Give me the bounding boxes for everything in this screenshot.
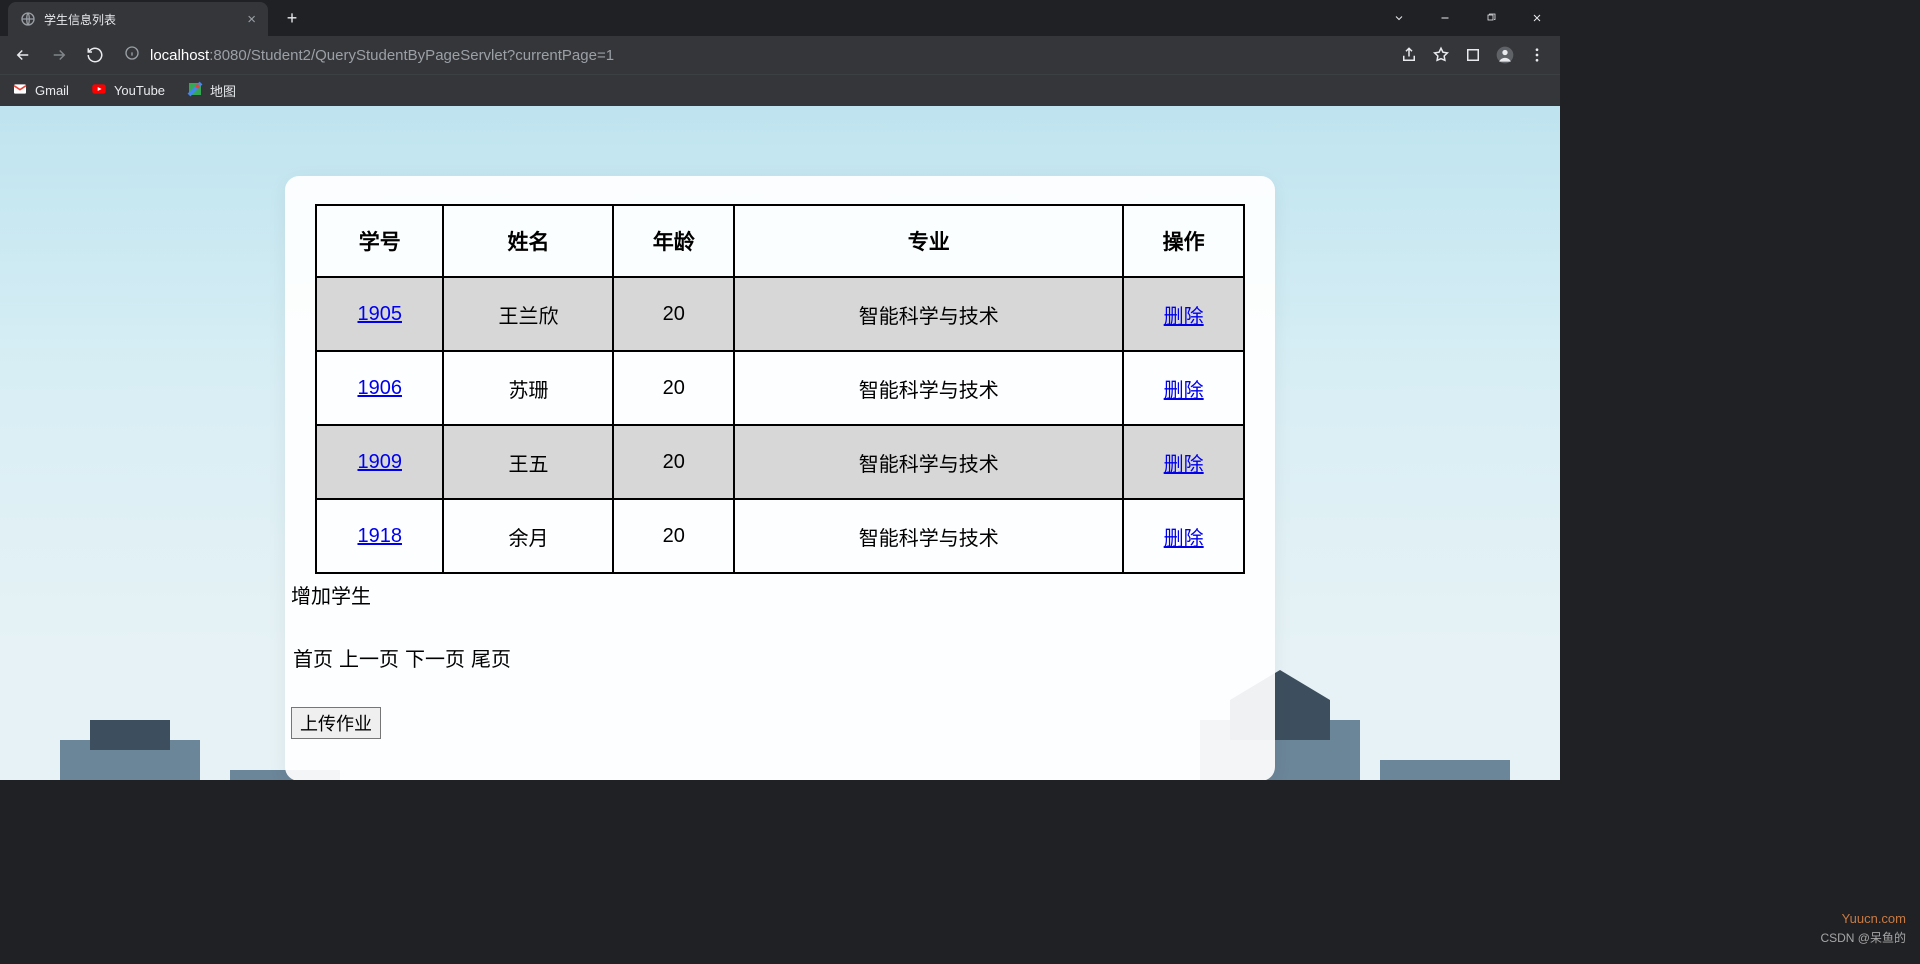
bookmark-label: Gmail bbox=[35, 83, 69, 98]
student-table: 学号 姓名 年龄 专业 操作 1905王兰欣20智能科学与技术删除1906苏珊2… bbox=[315, 204, 1245, 574]
close-window-button[interactable] bbox=[1514, 1, 1560, 35]
student-id-link[interactable]: 1918 bbox=[357, 525, 402, 547]
minimize-button[interactable] bbox=[1422, 1, 1468, 35]
star-icon[interactable] bbox=[1426, 40, 1456, 70]
browser-tab[interactable]: 学生信息列表 × bbox=[8, 2, 268, 36]
extensions-icon[interactable] bbox=[1458, 40, 1488, 70]
pager: 首页 上一页 下一页 尾页 bbox=[291, 643, 1275, 673]
th-id: 学号 bbox=[316, 205, 443, 277]
cell-name: 苏珊 bbox=[443, 351, 613, 425]
table-header-row: 学号 姓名 年龄 专业 操作 bbox=[316, 205, 1244, 277]
student-id-link[interactable]: 1905 bbox=[357, 303, 402, 325]
add-student-link[interactable]: 增加学生 bbox=[291, 580, 1275, 609]
cell-major: 智能科学与技术 bbox=[734, 351, 1123, 425]
forward-button[interactable] bbox=[44, 40, 74, 70]
bookmark-label: 地图 bbox=[210, 81, 236, 100]
table-row: 1905 王兰欣20智能科学与技术 删除 bbox=[316, 277, 1244, 351]
cell-age: 20 bbox=[613, 277, 734, 351]
bookmark-gmail[interactable]: Gmail bbox=[12, 81, 69, 100]
gmail-icon bbox=[12, 81, 28, 100]
address-bar[interactable]: localhost:8080/Student2/QueryStudentByPa… bbox=[116, 45, 1388, 65]
profile-icon[interactable] bbox=[1490, 40, 1520, 70]
delete-link[interactable]: 删除 bbox=[1164, 454, 1204, 476]
nav-bar: localhost:8080/Student2/QueryStudentByPa… bbox=[0, 36, 1560, 74]
cell-name: 王兰欣 bbox=[443, 277, 613, 351]
delete-link[interactable]: 删除 bbox=[1164, 528, 1204, 550]
cell-age: 20 bbox=[613, 499, 734, 573]
info-icon[interactable] bbox=[124, 45, 140, 65]
menu-icon[interactable] bbox=[1522, 40, 1552, 70]
bookmark-maps[interactable]: 地图 bbox=[187, 81, 236, 100]
globe-icon bbox=[20, 11, 36, 27]
th-action: 操作 bbox=[1123, 205, 1244, 277]
delete-link[interactable]: 删除 bbox=[1164, 306, 1204, 328]
reload-button[interactable] bbox=[80, 40, 110, 70]
table-row: 1918 余月20智能科学与技术 删除 bbox=[316, 499, 1244, 573]
pager-prev[interactable]: 上一页 bbox=[337, 643, 401, 673]
cell-age: 20 bbox=[613, 425, 734, 499]
student-id-link[interactable]: 1906 bbox=[357, 377, 402, 399]
page-viewport[interactable]: 学号 姓名 年龄 专业 操作 1905王兰欣20智能科学与技术删除1906苏珊2… bbox=[0, 106, 1560, 780]
cell-major: 智能科学与技术 bbox=[734, 499, 1123, 573]
cell-major: 智能科学与技术 bbox=[734, 277, 1123, 351]
table-row: 1906 苏珊20智能科学与技术 删除 bbox=[316, 351, 1244, 425]
bookmarks-bar: Gmail YouTube 地图 bbox=[0, 74, 1560, 106]
upload-button[interactable]: 上传作业 bbox=[291, 707, 381, 739]
tab-title: 学生信息列表 bbox=[44, 11, 239, 28]
cell-name: 余月 bbox=[443, 499, 613, 573]
watermark-site: Yuucn.com bbox=[1842, 911, 1906, 926]
pager-last[interactable]: 尾页 bbox=[469, 643, 513, 673]
chevron-down-icon[interactable] bbox=[1376, 1, 1422, 35]
new-tab-button[interactable]: + bbox=[278, 4, 306, 32]
bookmark-youtube[interactable]: YouTube bbox=[91, 81, 165, 100]
th-major: 专业 bbox=[734, 205, 1123, 277]
tab-strip: 学生信息列表 × + bbox=[0, 0, 1560, 36]
th-age: 年龄 bbox=[613, 205, 734, 277]
maps-icon bbox=[187, 81, 203, 100]
share-icon[interactable] bbox=[1394, 40, 1424, 70]
table-row: 1909 王五20智能科学与技术 删除 bbox=[316, 425, 1244, 499]
youtube-icon bbox=[91, 81, 107, 100]
th-name: 姓名 bbox=[443, 205, 613, 277]
pager-first[interactable]: 首页 bbox=[291, 643, 335, 673]
close-icon[interactable]: × bbox=[247, 11, 256, 28]
bookmark-label: YouTube bbox=[114, 83, 165, 98]
back-button[interactable] bbox=[8, 40, 38, 70]
cell-age: 20 bbox=[613, 351, 734, 425]
window-controls bbox=[1376, 1, 1560, 35]
student-id-link[interactable]: 1909 bbox=[357, 451, 402, 473]
delete-link[interactable]: 删除 bbox=[1164, 380, 1204, 402]
pager-next[interactable]: 下一页 bbox=[403, 643, 467, 673]
cell-name: 王五 bbox=[443, 425, 613, 499]
browser-chrome: 学生信息列表 × + localhost:8080/Student2/Query… bbox=[0, 0, 1560, 106]
cell-major: 智能科学与技术 bbox=[734, 425, 1123, 499]
url-text: localhost:8080/Student2/QueryStudentByPa… bbox=[150, 47, 614, 64]
watermark-csdn: CSDN @呆鱼的 bbox=[1820, 929, 1906, 946]
maximize-button[interactable] bbox=[1468, 1, 1514, 35]
content-card: 学号 姓名 年龄 专业 操作 1905王兰欣20智能科学与技术删除1906苏珊2… bbox=[285, 176, 1275, 780]
